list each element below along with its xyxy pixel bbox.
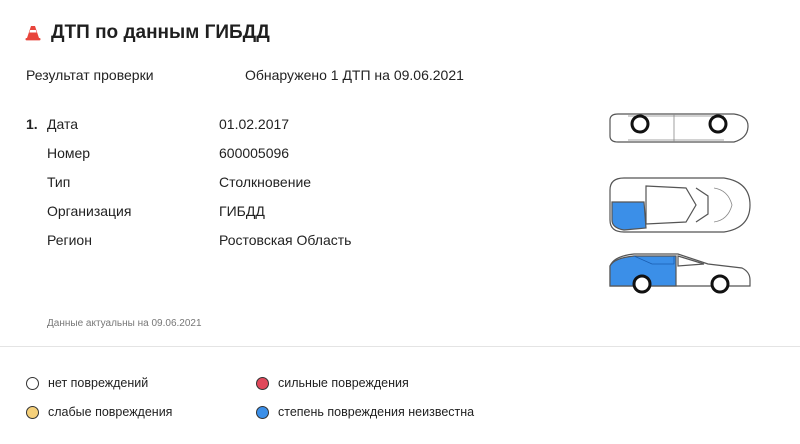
accident-number: 1. bbox=[26, 116, 38, 132]
legend-label: сильные повреждения bbox=[278, 376, 409, 390]
row-value: ГИБДД bbox=[219, 203, 265, 219]
row-value: 01.02.2017 bbox=[219, 116, 290, 132]
row-key: Номер bbox=[47, 145, 91, 161]
row-value: Столкновение bbox=[219, 174, 312, 190]
row-value: Ростовская Область bbox=[219, 232, 352, 248]
car-bottom-view-icon bbox=[609, 113, 749, 143]
accident-row-region: Регион Ростовская Область bbox=[47, 232, 447, 248]
car-damage-diagram bbox=[609, 113, 751, 294]
accident-row-date: Дата 01.02.2017 bbox=[47, 116, 447, 132]
legend-item-no-damage: нет повреждений bbox=[26, 376, 148, 390]
legend-dot bbox=[26, 405, 39, 419]
accident-row-number: Номер 600005096 bbox=[47, 145, 447, 161]
car-top-view-icon bbox=[609, 177, 751, 233]
legend-label: степень повреждения неизвестна bbox=[278, 405, 475, 419]
row-key: Регион bbox=[47, 232, 92, 248]
legend-item-heavy-damage: сильные повреждения bbox=[256, 376, 409, 390]
accident-row-organization: Организация ГИБДД bbox=[47, 203, 447, 219]
legend-item-unknown-damage: степень повреждения неизвестна bbox=[256, 405, 474, 419]
legend-label: слабые повреждения bbox=[48, 405, 173, 419]
result-value: Обнаружено 1 ДТП на 09.06.2021 bbox=[245, 67, 464, 83]
damage-zone-rear bbox=[611, 201, 647, 231]
legend-dot bbox=[26, 376, 39, 390]
car-side-view-icon bbox=[609, 253, 751, 294]
page-title: ДТП по данным ГИБДД bbox=[51, 22, 270, 43]
traffic-cone-icon bbox=[25, 26, 41, 41]
legend-dot bbox=[256, 405, 269, 419]
legend-dot bbox=[256, 376, 269, 390]
section-header: ДТП по данным ГИБДД bbox=[24, 22, 270, 44]
accident-row-type: Тип Столкновение bbox=[47, 174, 447, 190]
legend-item-light-damage: слабые повреждения bbox=[26, 405, 172, 419]
row-value: 600005096 bbox=[219, 145, 290, 161]
divider bbox=[0, 346, 800, 347]
row-key: Организация bbox=[47, 203, 132, 219]
row-key: Тип bbox=[47, 174, 71, 190]
data-actual-note: Данные актуальны на 09.06.2021 bbox=[47, 318, 202, 329]
result-label: Результат проверки bbox=[26, 67, 154, 83]
check-result: Результат проверки Обнаружено 1 ДТП на 0… bbox=[26, 67, 464, 83]
legend-label: нет повреждений bbox=[48, 376, 149, 390]
row-key: Дата bbox=[47, 116, 79, 132]
